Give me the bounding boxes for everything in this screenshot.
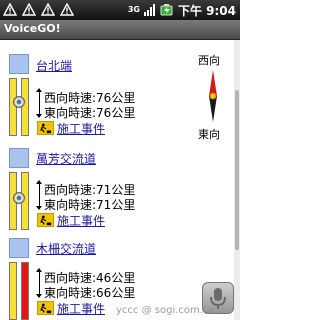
construction-event-link[interactable]: 施工事件 — [57, 120, 105, 137]
westbound-lane-yellow — [9, 262, 17, 320]
status-bar: 3G 下午 9:04 — [0, 0, 240, 20]
camera-icon[interactable] — [13, 96, 25, 108]
battery-charging-icon — [160, 4, 173, 16]
warning-icon — [3, 3, 17, 16]
road-segment — [9, 262, 29, 320]
camera-icon[interactable] — [13, 192, 25, 204]
construction-event-link[interactable]: 施工事件 — [57, 300, 105, 317]
construction-icon — [37, 301, 54, 315]
scrollbar[interactable] — [234, 40, 240, 320]
station-section: 台北端 西向時速:76公里 東向時速:76公里 施工事件 — [0, 40, 200, 136]
west-direction-label: 西向 — [198, 54, 220, 67]
station-marker — [9, 148, 29, 168]
east-direction-label: 東向 — [198, 128, 220, 141]
traffic-list[interactable]: 台北端 西向時速:76公里 東向時速:76公里 施工事件 萬芳交流道 西向時速:… — [0, 40, 240, 320]
app-title-bar: VoiceGO! — [0, 20, 240, 40]
station-marker — [9, 238, 29, 258]
voice-input-button[interactable] — [202, 282, 234, 314]
station-marker — [9, 54, 29, 74]
construction-event-link[interactable]: 施工事件 — [57, 212, 105, 229]
warning-icon — [22, 3, 36, 16]
bidirectional-arrow-icon — [36, 180, 42, 210]
bidirectional-arrow-icon — [36, 88, 42, 118]
signal-icon — [143, 4, 155, 16]
app-title: VoiceGO! — [4, 22, 61, 35]
station-link[interactable]: 萬芳交流道 — [36, 150, 96, 167]
microphone-icon — [210, 288, 226, 309]
road-segment — [9, 172, 29, 230]
warning-icon — [60, 3, 74, 16]
station-section: 萬芳交流道 西向時速:71公里 東向時速:71公里 施工事件 — [0, 136, 200, 232]
eastbound-lane-red — [21, 262, 29, 320]
watermark-text: yccc @ sogi.com.tw — [116, 305, 216, 316]
direction-compass: 西向 東向 — [196, 52, 234, 142]
eastbound-speed: 東向時速:76公里 — [44, 106, 136, 120]
clock: 下午 9:04 — [177, 3, 236, 18]
construction-icon — [37, 213, 54, 227]
scroll-thumb[interactable] — [235, 90, 239, 250]
warning-icon — [41, 3, 55, 16]
station-link[interactable]: 台北端 — [36, 57, 72, 74]
station-link[interactable]: 木柵交流道 — [36, 240, 96, 257]
network-type-label: 3G — [127, 5, 140, 14]
eastbound-speed: 東向時速:71公里 — [44, 198, 136, 212]
road-segment — [9, 78, 29, 136]
construction-icon — [37, 121, 54, 135]
eastbound-speed: 東向時速:66公里 — [44, 286, 136, 300]
bidirectional-arrow-icon — [36, 268, 42, 298]
compass-needle-icon — [209, 70, 217, 122]
